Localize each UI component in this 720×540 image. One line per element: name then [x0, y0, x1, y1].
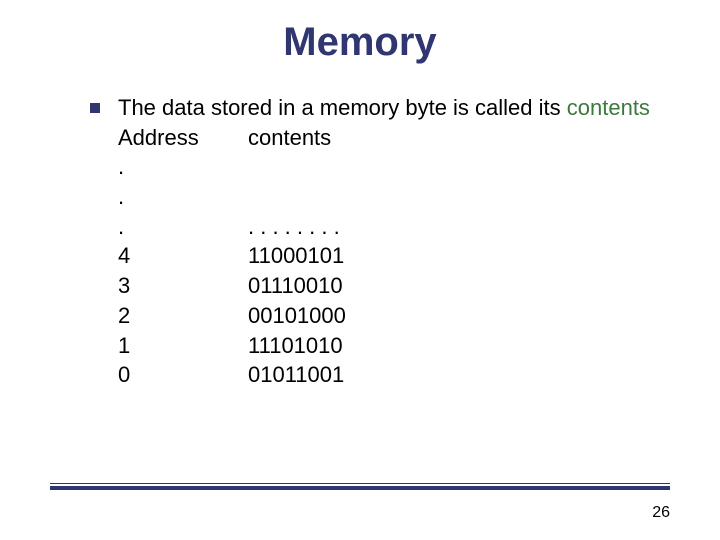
page-title: Memory [50, 20, 670, 65]
cell-addr: . [118, 212, 248, 242]
table-row: 0 01011001 [118, 360, 670, 390]
table-row: 3 01110010 [118, 271, 670, 301]
table-row: . [118, 152, 670, 182]
table-row: 4 11000101 [118, 241, 670, 271]
cell-cont: . . . . . . . . [248, 212, 670, 242]
cell-cont [248, 152, 670, 182]
cell-addr: 0 [118, 360, 248, 390]
cell-addr: . [118, 152, 248, 182]
slide-content: The data stored in a memory byte is call… [50, 93, 670, 390]
cell-addr: 1 [118, 331, 248, 361]
cell-addr: 4 [118, 241, 248, 271]
square-bullet-icon [90, 103, 100, 113]
table-row: 2 00101000 [118, 301, 670, 331]
table-row: . . . . . . . . . [118, 212, 670, 242]
divider-thin-line [50, 483, 670, 484]
cell-cont: 11101010 [248, 331, 670, 361]
table-header: Address contents [118, 123, 670, 153]
table-row: . [118, 182, 670, 212]
cell-addr: . [118, 182, 248, 212]
header-address: Address [118, 123, 248, 153]
intro-part1: The data stored in a memory byte is call… [118, 95, 567, 120]
bullet-text: The data stored in a memory byte is call… [118, 93, 670, 390]
table-row: 1 11101010 [118, 331, 670, 361]
cell-cont: 01011001 [248, 360, 670, 390]
cell-cont: 11000101 [248, 241, 670, 271]
cell-cont: 01110010 [248, 271, 670, 301]
divider-thick-line [50, 486, 670, 490]
cell-cont [248, 182, 670, 212]
page-number: 26 [652, 504, 670, 522]
cell-addr: 2 [118, 301, 248, 331]
cell-cont: 00101000 [248, 301, 670, 331]
intro-accent: contents [567, 95, 650, 120]
intro-line: The data stored in a memory byte is call… [118, 93, 670, 123]
slide: Memory The data stored in a memory byte … [0, 0, 720, 540]
bullet-item: The data stored in a memory byte is call… [90, 93, 670, 390]
divider [50, 483, 670, 490]
cell-addr: 3 [118, 271, 248, 301]
header-contents: contents [248, 123, 670, 153]
